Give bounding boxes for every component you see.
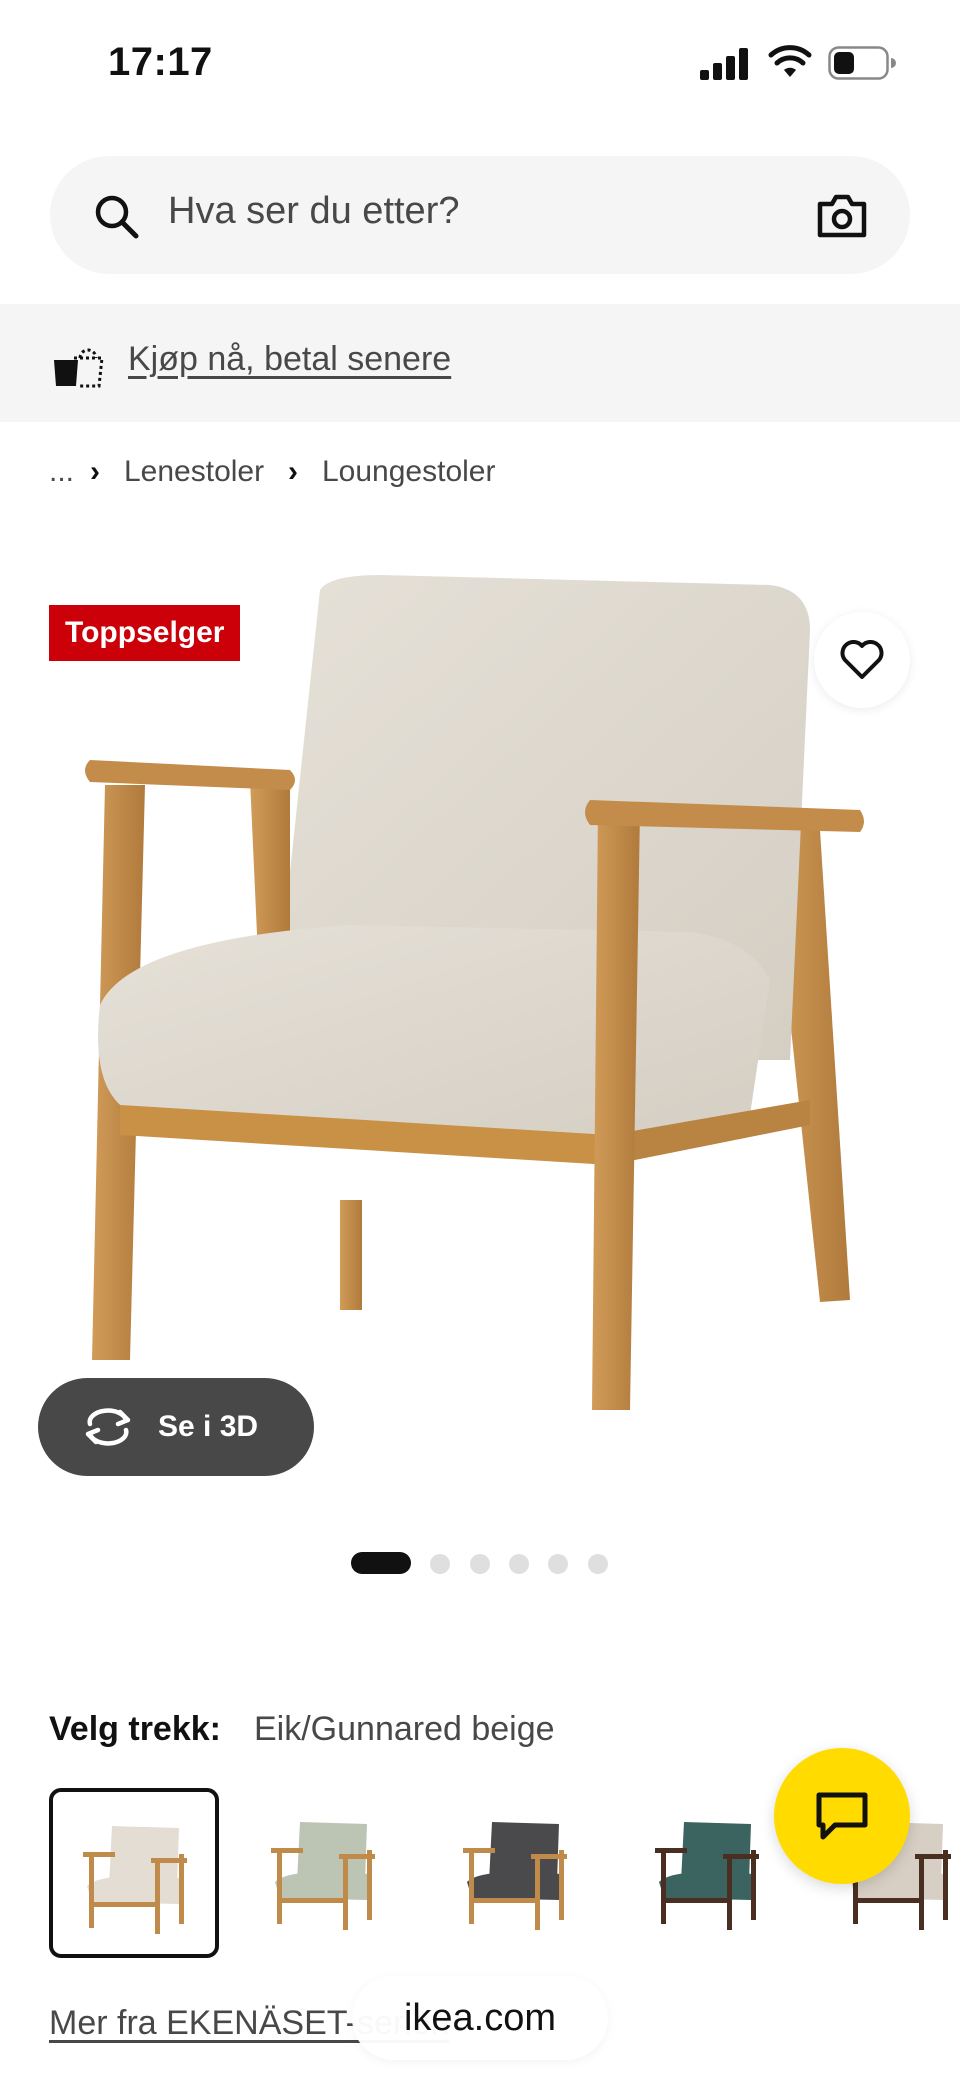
variant-swatch[interactable]: [433, 1788, 603, 1958]
breadcrumb-item-loungestoler[interactable]: Loungestoler: [322, 455, 495, 489]
wifi-icon: [768, 45, 812, 77]
breadcrumb-ellipsis[interactable]: ...: [49, 455, 74, 489]
variant-swatch[interactable]: [241, 1788, 411, 1958]
breadcrumb-item-lenestoler[interactable]: Lenestoler: [124, 455, 264, 489]
bestseller-badge: Toppselger: [49, 605, 241, 661]
status-time: 17:17: [108, 40, 213, 84]
buy-now-pay-later-link[interactable]: Kjøp nå, betal senere: [128, 340, 451, 379]
product-image[interactable]: [50, 560, 910, 1520]
cellular-signal-icon: [700, 48, 748, 80]
chair-thumbnail: [655, 1822, 759, 1930]
pager-dot[interactable]: [588, 1554, 608, 1574]
chair-thumbnail: [463, 1822, 567, 1930]
view-3d-label: Se i 3D: [158, 1410, 259, 1443]
pager-dot[interactable]: [548, 1554, 568, 1574]
pager-dot[interactable]: [430, 1554, 450, 1574]
variant-swatch[interactable]: [49, 1788, 219, 1958]
chair-thumbnail: [271, 1822, 375, 1930]
browser-url[interactable]: ikea.com: [352, 1976, 608, 2060]
buy-now-pay-later-icon: [54, 348, 104, 388]
view-3d-button[interactable]: Se i 3D: [38, 1378, 314, 1476]
image-pager[interactable]: [0, 1552, 960, 1576]
variant-swatch[interactable]: [625, 1788, 795, 1958]
variant-label: Velg trekk:: [49, 1710, 221, 1748]
rotate-3d-icon: [85, 1408, 131, 1446]
chat-bubble-icon: [816, 1792, 868, 1840]
breadcrumb-chevron-icon: ›: [288, 455, 298, 488]
favorite-button[interactable]: [814, 612, 910, 708]
variant-value: Eik/Gunnared beige: [254, 1710, 555, 1748]
search-placeholder[interactable]: Hva ser du etter?: [168, 190, 459, 233]
pager-dot[interactable]: [509, 1554, 529, 1574]
breadcrumb-chevron-icon: ›: [90, 455, 100, 488]
chat-button[interactable]: [774, 1748, 910, 1884]
heart-icon: [840, 640, 884, 679]
camera-search-icon[interactable]: [816, 192, 868, 238]
pager-dot[interactable]: [470, 1554, 490, 1574]
chair-thumbnail: [83, 1826, 187, 1934]
battery-icon: [828, 46, 896, 80]
pager-dot[interactable]: [351, 1552, 411, 1574]
search-icon: [95, 195, 139, 239]
